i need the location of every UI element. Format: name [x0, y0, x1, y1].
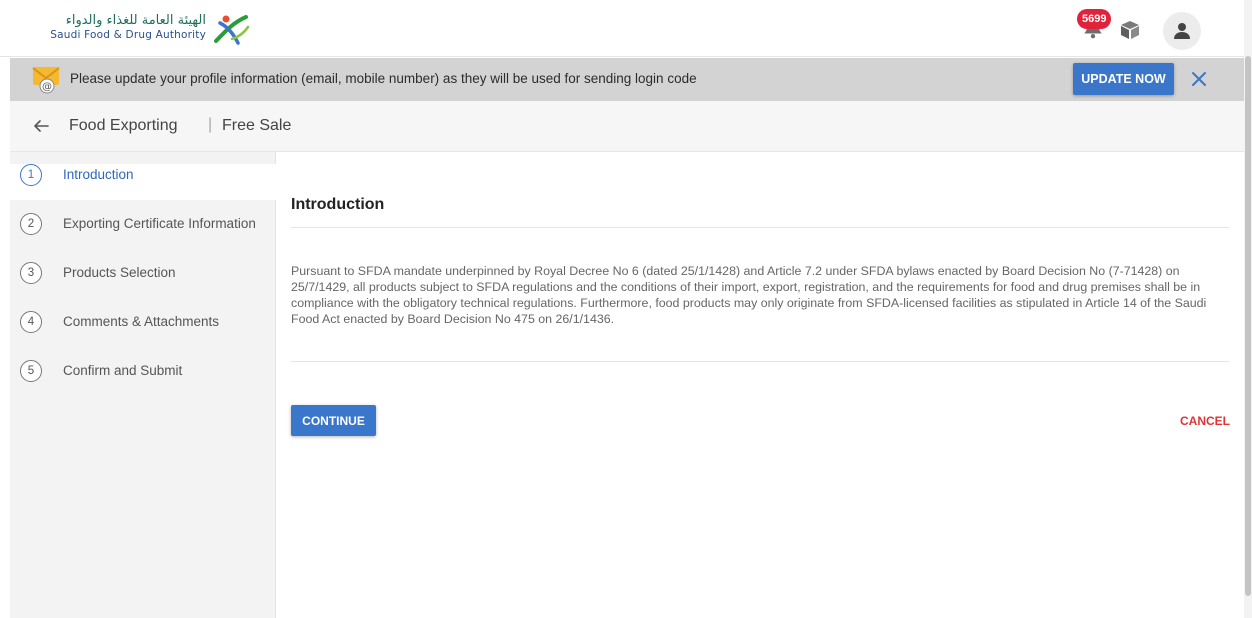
back-arrow-icon[interactable] [33, 119, 49, 133]
box-icon[interactable] [1119, 20, 1141, 40]
introduction-text: Pursuant to SFDA mandate underpinned by … [291, 264, 1207, 326]
page-scrollbar[interactable] [1244, 0, 1252, 618]
step-label: Products Selection [63, 265, 176, 280]
page-title: Food Exporting [69, 117, 178, 134]
page-title-bar: Food Exporting | Free Sale [10, 101, 1244, 152]
divider [291, 361, 1229, 362]
continue-button[interactable]: CONTINUE [291, 405, 376, 436]
logo-mark-icon [214, 15, 250, 45]
step-confirm-and-submit[interactable]: 5 Confirm and Submit [10, 360, 276, 408]
title-separator: | [208, 116, 213, 133]
step-label: Comments & Attachments [63, 314, 220, 329]
svg-text:@: @ [42, 82, 52, 93]
user-avatar[interactable] [1163, 12, 1201, 50]
step-number: 3 [20, 262, 42, 284]
top-header: الهيئة العامة للغذاء والدواء Saudi Food … [0, 0, 1244, 57]
step-number: 1 [20, 164, 42, 186]
notification-count-badge[interactable]: 5699 [1077, 9, 1112, 29]
update-now-button[interactable]: UPDATE NOW [1073, 63, 1174, 95]
step-label: Confirm and Submit [63, 363, 183, 378]
step-label: Exporting Certificate Information [63, 216, 256, 231]
user-icon [1174, 23, 1190, 39]
step-exporting-certificate-information[interactable]: 2 Exporting Certificate Information [10, 213, 276, 261]
cancel-button[interactable]: CANCEL [1160, 405, 1230, 436]
profile-update-banner: @ Please update your profile information… [10, 58, 1244, 101]
step-number: 4 [20, 311, 42, 333]
sfda-logo[interactable]: الهيئة العامة للغذاء والدواء Saudi Food … [24, 11, 254, 49]
step-comments-attachments[interactable]: 4 Comments & Attachments [10, 311, 276, 359]
step-products-selection[interactable]: 3 Products Selection [10, 262, 276, 310]
page-subtitle: Free Sale [222, 117, 292, 134]
step-label: Introduction [63, 167, 134, 182]
step-number: 2 [20, 213, 42, 235]
step-introduction[interactable]: 1 Introduction [10, 164, 276, 200]
banner-message: Please update your profile information (… [70, 71, 697, 86]
step-number: 5 [20, 360, 42, 382]
section-heading: Introduction [291, 196, 385, 213]
divider [291, 227, 1229, 228]
close-icon[interactable] [1190, 70, 1208, 88]
main-content: Introduction Pursuant to SFDA mandate un… [276, 152, 1244, 618]
logo-english-text: Saudi Food & Drug Authority [50, 29, 206, 41]
mail-icon: @ [32, 67, 60, 94]
wizard-stepper: 1 Introduction 2 Exporting Certificate I… [10, 152, 276, 618]
scrollbar-thumb[interactable] [1245, 56, 1251, 596]
logo-arabic-text: الهيئة العامة للغذاء والدواء [65, 13, 206, 28]
